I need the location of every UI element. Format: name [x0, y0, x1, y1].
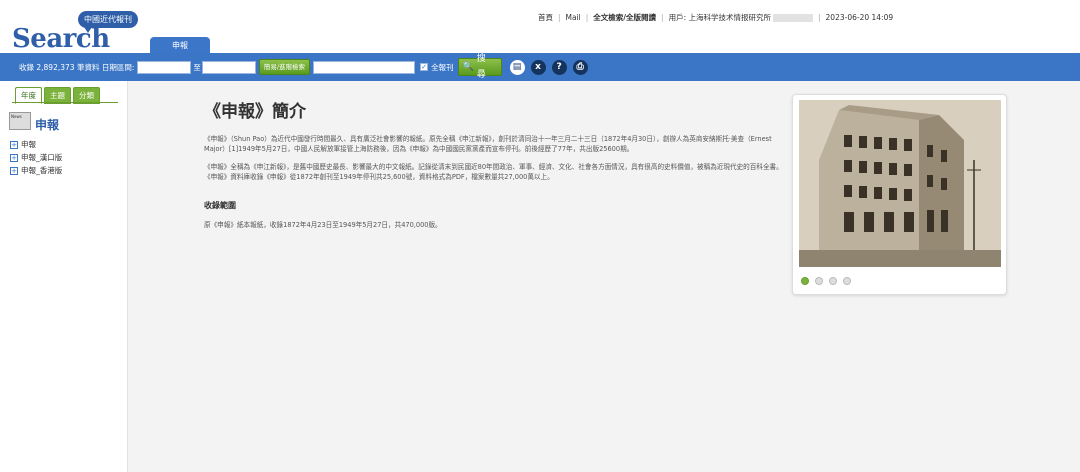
header: Search 中國近代報刊 申報 首頁 | Mail | 全文檢索/全版閱讀 |… — [0, 0, 1080, 54]
coverage-paragraph: 原《申報》紙本報紙，收錄1872年4月23日至1949年5月27日，共470,0… — [204, 221, 442, 229]
tree-item-label[interactable]: 申報_香港版 — [21, 165, 62, 176]
tree-item-hankou[interactable]: + 申報_漢口版 — [10, 151, 62, 164]
date-end-input[interactable] — [201, 60, 256, 74]
help-icon[interactable]: ? — [551, 59, 567, 75]
to-label: 至 — [193, 62, 201, 72]
search-button-label: 搜 尋 — [476, 54, 486, 80]
intro-paragraph-2: 《申報》全稱為《申江新報》，是舊中國歷史最長、影響最大的中文報紙。記錄從清末到民… — [204, 163, 783, 181]
tab-shenbao[interactable]: 申報 — [150, 37, 210, 54]
intro-paragraph-1: 《申報》（Shun Pao）為近代中國發行時間最久、具有廣泛社會影響的報紙。原先… — [204, 135, 772, 153]
keyword-input[interactable] — [313, 60, 416, 74]
intro-content: 《申報》簡介 《申報》（Shun Pao）為近代中國發行時間最久、具有廣泛社會影… — [204, 97, 784, 230]
link-home[interactable]: 首頁 — [538, 12, 553, 23]
record-count: 收錄 2,892,373 筆資料 日期區間: — [19, 62, 135, 72]
clear-icon[interactable]: x — [530, 59, 546, 75]
tree-item-label[interactable]: 申報 — [21, 139, 36, 150]
carousel-dot-4[interactable] — [843, 277, 851, 285]
top-links: 首頁 | Mail | 全文檢索/全版閱讀 | 用戶: 上海科学技术情报研究所 … — [538, 12, 894, 23]
sidebar-title: 申報 — [35, 118, 60, 132]
tree-item-hongkong[interactable]: + 申報_香港版 — [10, 164, 62, 177]
search-button[interactable]: 🔍 搜 尋 — [457, 54, 502, 80]
news-icon: News — [9, 112, 31, 130]
coverage-heading: 收錄範圍 — [204, 201, 236, 210]
carousel-dot-1[interactable] — [801, 277, 809, 285]
expand-icon[interactable]: + — [10, 166, 18, 175]
expand-icon[interactable]: + — [10, 153, 18, 162]
photo-carousel — [792, 94, 1007, 295]
user-label: 用戶: 上海科学技术情报研究所 — [668, 13, 771, 22]
expand-icon[interactable]: + — [10, 140, 18, 149]
date-start-input[interactable] — [137, 60, 192, 74]
tree-item-label[interactable]: 申報_漢口版 — [21, 152, 62, 163]
link-fulltext[interactable]: 全文檢索/全版閱讀 — [593, 12, 656, 23]
redacted-user — [773, 13, 813, 22]
building-photo — [799, 100, 1001, 267]
search-bar: 收錄 2,892,373 筆資料 日期區間: 至 簡易/進階檢索 ✓ 全報刊 🔍… — [0, 53, 1080, 81]
mode-toggle-button[interactable]: 簡易/進階檢索 — [258, 59, 311, 75]
search-logo[interactable]: Search — [12, 24, 110, 54]
datetime: 2023-06-20 14:09 — [825, 13, 894, 22]
sidebar: 年度 主題 分類 News 申報 + 申報 + 申報_漢口版 + 申報_香港版 — [0, 81, 128, 472]
print-icon[interactable]: ⎙ — [572, 59, 588, 75]
magnifier-icon: 🔍 — [462, 62, 474, 72]
tabs-divider — [12, 102, 118, 103]
carousel-dot-3[interactable] — [829, 277, 837, 285]
main-content: 《申報》簡介 《申報》（Shun Pao）為近代中國發行時間最久、具有廣泛社會影… — [128, 81, 1080, 472]
logo-badge: 中國近代報刊 — [78, 11, 138, 33]
tree-item-shenbao[interactable]: + 申報 — [10, 138, 62, 151]
fulltext-label: 全報刊 — [431, 62, 454, 72]
page-title: 《申報》簡介 — [204, 102, 306, 122]
fulltext-checkbox[interactable]: ✓ — [420, 63, 429, 71]
link-mail[interactable]: Mail — [566, 13, 581, 22]
sidebar-tree: + 申報 + 申報_漢口版 + 申報_香港版 — [10, 138, 62, 177]
history-icon[interactable]: ▤ — [509, 59, 525, 75]
carousel-dots — [801, 277, 851, 285]
carousel-dot-2[interactable] — [815, 277, 823, 285]
